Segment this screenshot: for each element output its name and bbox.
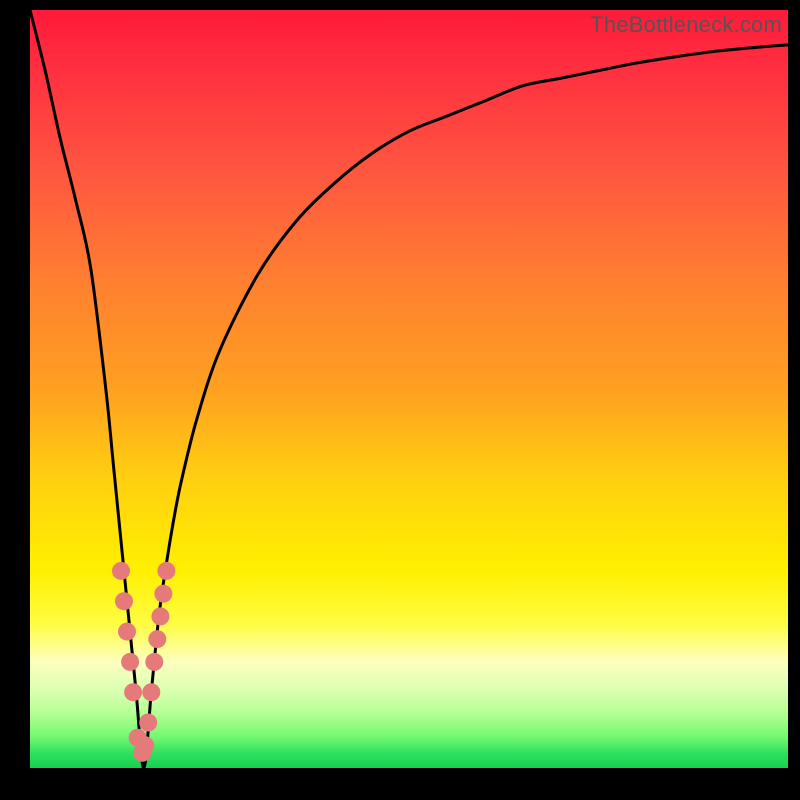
- marker-point: [151, 607, 169, 625]
- marker-point: [148, 630, 166, 648]
- marker-group: [112, 562, 175, 762]
- chart-frame: TheBottleneck.com: [0, 0, 800, 800]
- bottleneck-curve: [30, 10, 788, 768]
- marker-point: [118, 623, 136, 641]
- marker-point: [124, 683, 142, 701]
- marker-point: [139, 714, 157, 732]
- marker-point: [145, 653, 163, 671]
- plot-area: TheBottleneck.com: [30, 10, 788, 768]
- marker-point: [112, 562, 130, 580]
- marker-point: [154, 585, 172, 603]
- marker-point: [121, 653, 139, 671]
- marker-point: [157, 562, 175, 580]
- marker-point: [142, 683, 160, 701]
- chart-svg: [30, 10, 788, 768]
- marker-point: [115, 592, 133, 610]
- marker-point: [136, 736, 154, 754]
